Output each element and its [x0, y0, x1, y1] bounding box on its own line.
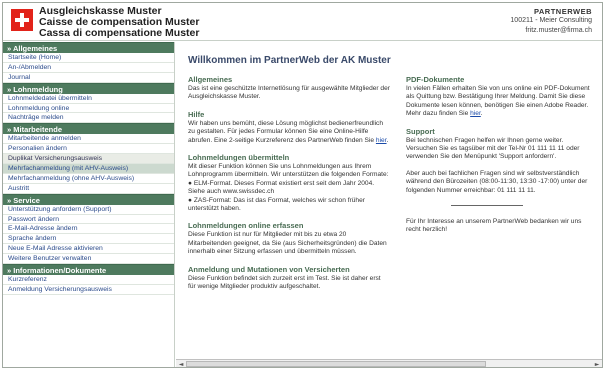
sidebar-item-an-abmelden[interactable]: An-/Abmelden [3, 63, 174, 73]
section-title: Lohnmeldungen online erfassen [188, 221, 304, 231]
closing-text: Für Ihr Interesse an unserem PartnerWeb … [406, 218, 582, 234]
main-content: Willkommen im PartnerWeb der AK Muster A… [176, 42, 602, 359]
section-title: Support [406, 126, 435, 136]
sidebar-item-startseite[interactable]: Startseite (Home) [3, 53, 174, 63]
section-title: Hilfe [188, 109, 205, 119]
page-header: Ausgleichskasse Muster Caisse de compens… [3, 3, 602, 41]
nav-group-title[interactable]: » Allgemeines [3, 42, 174, 53]
section-title: PDF-Dokumente [406, 75, 465, 84]
nav-group-allgemeines: » Allgemeines Startseite (Home) An-/Abme… [3, 42, 174, 83]
user-email: fritz.muster@firma.ch [525, 26, 592, 34]
user-info: PARTNERWEB 100211 - Meier Consulting fri… [510, 7, 592, 35]
scroll-right-icon[interactable]: ► [593, 361, 601, 367]
sidebar-item-lohnmeldung-online[interactable]: Lohnmeldung online [3, 104, 174, 114]
nav-group-title[interactable]: » Informationen/Dokumente [3, 264, 174, 276]
section-text: Mit dieser Funktion können Sie uns Lohnm… [188, 163, 389, 213]
sidebar-item-mitarbeitende-anmelden[interactable]: Mitarbeitende anmelden [3, 134, 174, 145]
section-title: Lohnmeldungen übermitteln [188, 153, 290, 163]
sidebar-nav: » Allgemeines Startseite (Home) An-/Abme… [3, 42, 175, 367]
organization-names: Ausgleichskasse Muster Caisse de compens… [39, 6, 199, 39]
org-name-it: Cassa di compensatione Muster [39, 27, 200, 39]
left-column: Allgemeines Das ist eine geschützte Inte… [188, 75, 390, 300]
sidebar-item-journal[interactable]: Journal [3, 73, 174, 83]
section-text: In vielen Fällen erhalten Sie von uns on… [406, 85, 590, 118]
sidebar-item-support[interactable]: Unterstützung anfordern (Support) [3, 205, 174, 215]
sidebar-item-email[interactable]: E-Mail-Adresse ändern [3, 224, 174, 235]
sidebar-item-personalien[interactable]: Personalien ändern [3, 144, 174, 155]
nav-group-title[interactable]: » Mitarbeitende [3, 123, 174, 135]
bullet-zas: ● ZAS-Format: Das ist das Format, welche… [188, 196, 365, 213]
sidebar-item-sprache[interactable]: Sprache ändern [3, 234, 174, 245]
swiss-cross-logo [11, 9, 33, 31]
nav-group-lohnmeldung: » Lohnmeldung Lohnmeldedatei übermitteln… [3, 82, 174, 124]
sidebar-item-nachtraege[interactable]: Nachträge melden [3, 113, 174, 124]
section-title: Anmeldung und Mutationen von Versicherte… [188, 264, 350, 274]
section-text: Das ist eine geschützte Internetlösung f… [188, 85, 390, 101]
nav-group-title[interactable]: » Service [3, 193, 174, 205]
section-text: Diese Funktion ist nur für Mitglieder mi… [188, 231, 387, 256]
nav-group-informationen: » Informationen/Dokumente Kurzreferenz A… [3, 264, 174, 295]
scrollbar-thumb[interactable] [186, 361, 486, 367]
sidebar-item-neue-email[interactable]: Neue E-Mail Adresse aktivieren [3, 244, 174, 255]
kurzreferenz-link[interactable]: hier [376, 137, 387, 144]
sidebar-item-passwort[interactable]: Passwort ändern [3, 215, 174, 225]
sidebar-item-duplikat[interactable]: Duplikat Versicherungsausweis [3, 154, 174, 165]
section-text: Aber auch bei fachlichen Fragen sind wir… [406, 169, 588, 194]
adobe-reader-link[interactable]: hier [470, 110, 481, 117]
divider [451, 205, 523, 207]
user-account: 100211 - Meier Consulting [510, 17, 592, 24]
section-text: Bei technischen Fragen helfen wir Ihnen … [406, 136, 580, 161]
sidebar-item-mehrfach-ohne[interactable]: Mehrfachanmeldung (ohne AHV-Ausweis) [3, 174, 174, 184]
scroll-left-icon[interactable]: ◄ [177, 361, 185, 367]
browser-frame: Ausgleichskasse Muster Caisse de compens… [2, 2, 603, 368]
sidebar-item-austritt[interactable]: Austritt [3, 184, 174, 194]
right-column: PDF-Dokumente In vielen Fällen erhalten … [406, 75, 594, 243]
section-text: Diese Funktion befindet sich zurzeit ers… [188, 274, 381, 291]
page-title: Willkommen im PartnerWeb der AK Muster [188, 55, 391, 66]
sidebar-item-kurzreferenz[interactable]: Kurzreferenz [3, 275, 174, 285]
nav-group-title[interactable]: » Lohnmeldung [3, 82, 174, 94]
bullet-elm: ● ELM-Format. Dieses Format existiert er… [188, 179, 375, 196]
nav-group-mitarbeitende: » Mitarbeitende Mitarbeitende anmelden P… [3, 123, 174, 194]
sidebar-item-anmeldung-ausweis[interactable]: Anmeldung Versicherungsausweis [3, 285, 174, 295]
section-text: Wir haben uns bemüht, diese Lösung mögli… [188, 119, 389, 144]
section-title: Allgemeines [188, 75, 233, 84]
sidebar-item-mehrfach-mit[interactable]: Mehrfachanmeldung (mit AHV-Ausweis) [3, 164, 174, 174]
horizontal-scrollbar[interactable]: ◄ ► [176, 359, 602, 367]
brand-label: PARTNERWEB [533, 7, 592, 16]
sidebar-item-lohnmeldedatei[interactable]: Lohnmeldedatei übermitteln [3, 94, 174, 104]
sidebar-item-benutzer[interactable]: Weitere Benutzer verwalten [3, 254, 174, 265]
nav-group-service: » Service Unterstützung anfordern (Suppo… [3, 193, 174, 265]
